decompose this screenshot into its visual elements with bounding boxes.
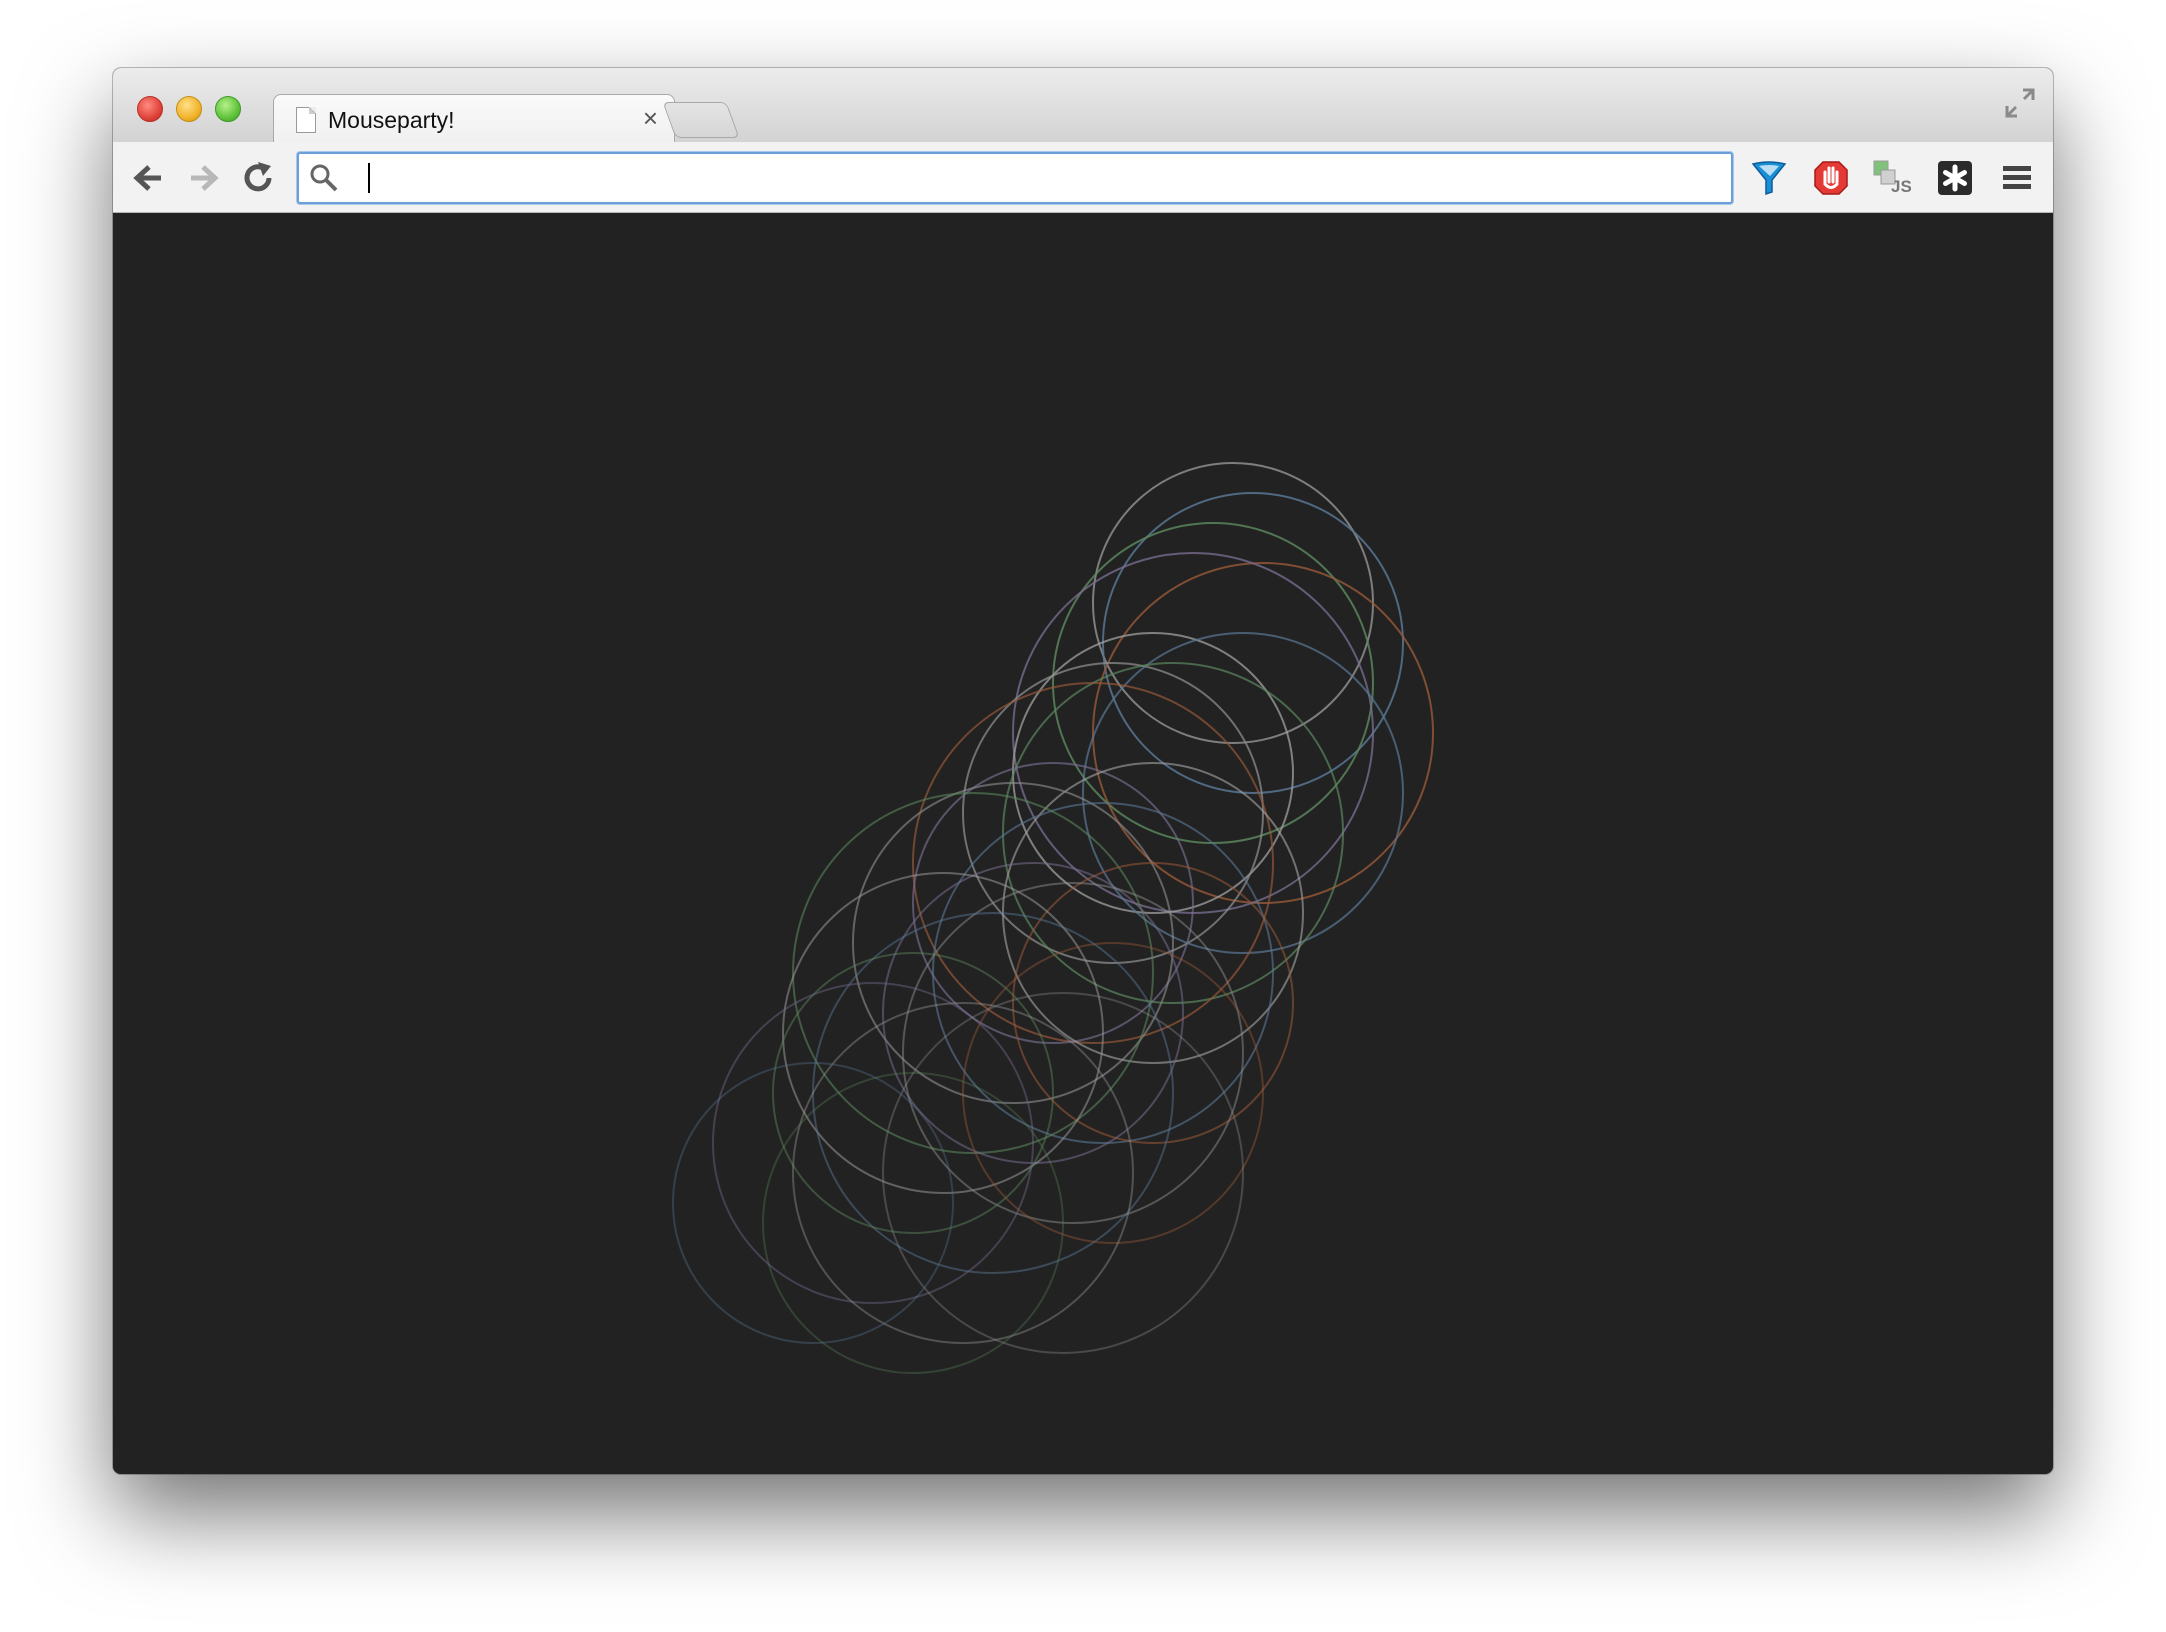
reload-icon[interactable] — [241, 160, 277, 196]
tab-title: Mouseparty! — [328, 107, 455, 133]
trail-ring — [792, 1002, 1134, 1344]
close-window-button[interactable] — [137, 96, 163, 122]
title-bar: Mouseparty! × — [113, 68, 2053, 145]
address-input[interactable] — [361, 160, 1705, 196]
zoom-window-button[interactable] — [215, 96, 241, 122]
page-canvas[interactable] — [113, 213, 2053, 1474]
js-icon[interactable]: JS — [1871, 158, 1911, 198]
trail-ring — [882, 992, 1244, 1354]
filter-icon[interactable] — [1749, 158, 1789, 198]
trail-ring — [1092, 462, 1374, 744]
address-bar[interactable] — [297, 152, 1733, 204]
search-icon — [310, 164, 338, 192]
asterisk-icon[interactable] — [1935, 158, 1975, 198]
stop-hand-icon[interactable] — [1811, 158, 1851, 198]
page-icon — [296, 107, 316, 133]
trail-ring — [812, 912, 1174, 1274]
menu-icon[interactable] — [1997, 158, 2037, 198]
toolbar: JS — [113, 142, 2053, 213]
trail-ring — [1012, 862, 1294, 1144]
forward-icon[interactable] — [185, 160, 221, 196]
browser-window: Mouseparty! × JS — [113, 68, 2053, 1474]
trail-ring — [712, 982, 1034, 1304]
new-tab-button[interactable] — [662, 102, 740, 138]
minimize-window-button[interactable] — [176, 96, 202, 122]
fullscreen-icon[interactable] — [2003, 86, 2037, 120]
circle-trail-graphic — [672, 462, 1434, 1374]
trail-ring — [792, 792, 1154, 1154]
svg-text:JS: JS — [1891, 177, 1911, 196]
trail-ring — [1012, 552, 1374, 914]
tab-mouseparty[interactable]: Mouseparty! × — [273, 94, 675, 145]
text-caret — [368, 163, 370, 193]
tab-close-icon[interactable]: × — [643, 103, 658, 133]
back-icon[interactable] — [131, 160, 167, 196]
